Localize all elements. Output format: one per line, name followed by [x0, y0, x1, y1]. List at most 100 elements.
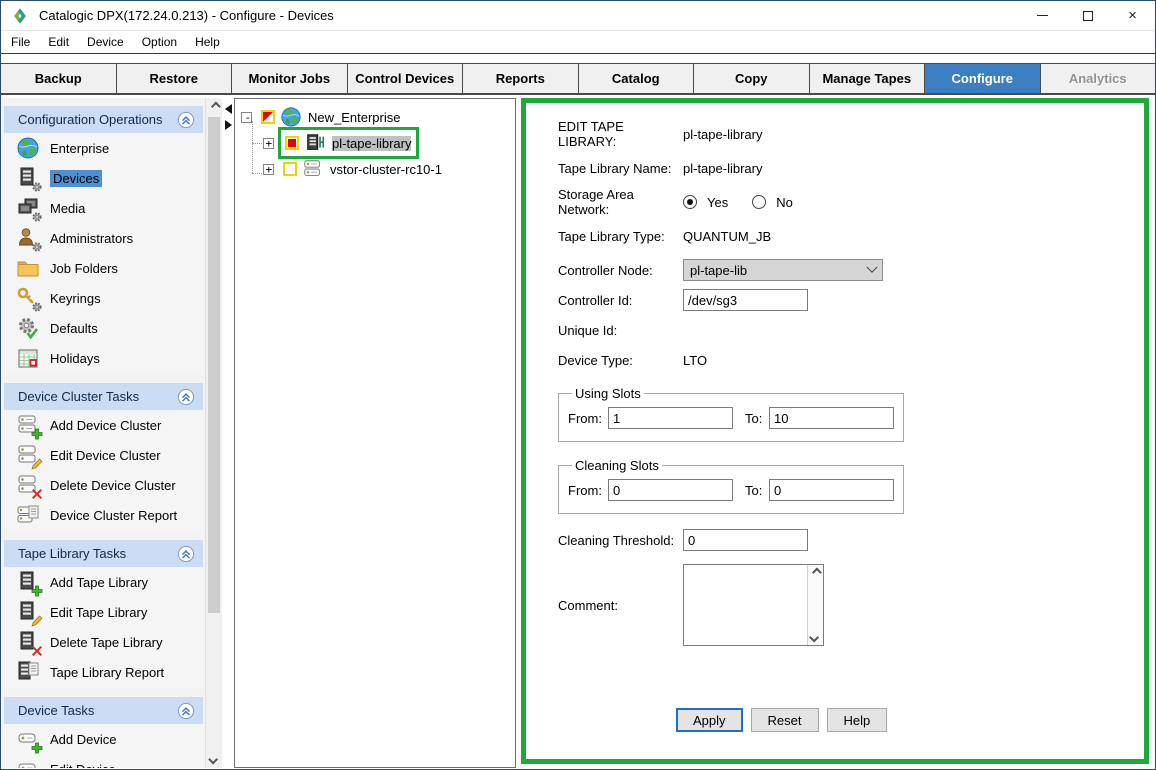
- sidebar-item-label: Device Cluster Report: [50, 508, 177, 523]
- controller-id-input[interactable]: [683, 289, 808, 311]
- collapse-section-icon[interactable]: [177, 111, 195, 129]
- scrollbar-thumb[interactable]: [208, 117, 220, 613]
- scroll-up-icon[interactable]: [206, 98, 222, 115]
- edit-tape-library-icon: [16, 600, 40, 624]
- tab-restore[interactable]: Restore: [117, 64, 233, 93]
- tab-analytics[interactable]: Analytics: [1041, 64, 1156, 93]
- apply-button[interactable]: Apply: [676, 708, 743, 732]
- section-title: Tape Library Tasks: [18, 546, 177, 561]
- minimize-button[interactable]: [1020, 1, 1065, 30]
- scroll-down-icon[interactable]: [809, 633, 819, 643]
- cleaning-slots-to-input[interactable]: [769, 479, 894, 501]
- sidebar-item-media[interactable]: Media: [4, 193, 203, 223]
- tab-configure[interactable]: Configure: [925, 64, 1041, 93]
- sidebar-item-label: Defaults: [50, 321, 98, 336]
- tab-catalog[interactable]: Catalog: [579, 64, 695, 93]
- comment-row: Comment:: [558, 564, 1144, 646]
- san-no-radio[interactable]: [752, 195, 766, 209]
- menu-option[interactable]: Option: [133, 35, 186, 49]
- plus-badge-icon: [31, 585, 43, 597]
- add-device-cluster-icon: [16, 413, 40, 437]
- expand-node-icon[interactable]: [263, 164, 274, 175]
- sidebar-item-edit-device[interactable]: Edit Device: [4, 754, 203, 768]
- menu-device[interactable]: Device: [78, 35, 133, 49]
- plus-badge-icon: [31, 742, 43, 754]
- sidebar-item-label: Holidays: [50, 351, 100, 366]
- sidebar-item-delete-tape-library[interactable]: Delete Tape Library: [4, 627, 203, 657]
- sidebar-item-edit-tape-library[interactable]: Edit Tape Library: [4, 597, 203, 627]
- media-icon: [16, 196, 40, 220]
- section-header: Configuration Operations: [4, 106, 203, 133]
- sidebar-item-tape-library-report[interactable]: Tape Library Report: [4, 657, 203, 687]
- using-slots-from-input[interactable]: [608, 407, 733, 429]
- tree-node-vstor-cluster[interactable]: vstor-cluster-rc10-1: [235, 156, 515, 182]
- sidebar-item-job-folders[interactable]: Job Folders: [4, 253, 203, 283]
- globe-icon: [16, 136, 40, 160]
- sidebar-item-label: Keyrings: [50, 291, 101, 306]
- gear-badge-icon: [31, 301, 43, 313]
- comment-scrollbar[interactable]: [807, 565, 823, 645]
- tree-checkbox-checked[interactable]: [285, 136, 299, 150]
- sidebar-scrollbar[interactable]: [205, 98, 222, 768]
- sidebar-item-delete-device-cluster[interactable]: Delete Device Cluster: [4, 470, 203, 500]
- controller-node-row: Controller Node: pl-tape-lib: [558, 260, 1144, 280]
- controller-node-dropdown[interactable]: pl-tape-lib: [683, 259, 883, 281]
- sidebar-item-add-tape-library[interactable]: Add Tape Library: [4, 567, 203, 597]
- sidebar-item-add-device[interactable]: Add Device: [4, 724, 203, 754]
- maximize-button[interactable]: [1065, 1, 1110, 30]
- tab-control-devices[interactable]: Control Devices: [348, 64, 464, 93]
- tree-checkbox-unchecked[interactable]: [283, 162, 297, 176]
- scrollbar-track[interactable]: [206, 115, 222, 751]
- collapse-node-icon[interactable]: [241, 112, 252, 123]
- expand-right-icon[interactable]: [225, 120, 232, 130]
- collapse-left-icon[interactable]: [225, 104, 232, 114]
- sidebar-item-administrators[interactable]: Administrators: [4, 223, 203, 253]
- comment-textarea[interactable]: [684, 565, 807, 645]
- collapse-section-icon[interactable]: [177, 702, 195, 720]
- sidebar-item-label: Edit Device: [50, 762, 116, 769]
- sidebar-item-holidays[interactable]: Holidays: [4, 343, 203, 373]
- sidebar-item-devices[interactable]: Devices: [4, 163, 203, 193]
- device-tree-panel: New_Enterprise pl-tape-library: [234, 98, 516, 768]
- sidebar-item-enterprise[interactable]: Enterprise: [4, 133, 203, 163]
- tab-monitor-jobs[interactable]: Monitor Jobs: [232, 64, 348, 93]
- tab-reports[interactable]: Reports: [463, 64, 579, 93]
- tree-node-label[interactable]: New_Enterprise: [308, 110, 401, 125]
- tab-copy[interactable]: Copy: [694, 64, 810, 93]
- edit-tape-library-label: EDIT TAPE LIBRARY:: [558, 119, 683, 149]
- san-yes-radio[interactable]: [683, 195, 697, 209]
- sidebar-item-keyrings[interactable]: Keyrings: [4, 283, 203, 313]
- tab-backup[interactable]: Backup: [1, 64, 117, 93]
- device-cluster-report-icon: [16, 503, 40, 527]
- reset-button[interactable]: Reset: [751, 708, 819, 732]
- cleaning-slots-from-input[interactable]: [608, 479, 733, 501]
- x-badge-icon: [31, 488, 43, 500]
- sidebar-item-device-cluster-report[interactable]: Device Cluster Report: [4, 500, 203, 530]
- collapse-section-icon[interactable]: [177, 388, 195, 406]
- sidebar-item-label: Delete Device Cluster: [50, 478, 176, 493]
- collapse-section-icon[interactable]: [177, 545, 195, 563]
- panel-splitter[interactable]: [222, 98, 234, 768]
- section-title: Configuration Operations: [18, 112, 177, 127]
- tree-node-label[interactable]: vstor-cluster-rc10-1: [330, 162, 442, 177]
- help-button[interactable]: Help: [827, 708, 888, 732]
- scroll-down-icon[interactable]: [206, 751, 222, 768]
- cleaning-threshold-input[interactable]: [683, 529, 808, 551]
- tree-checkbox-partial[interactable]: [261, 110, 275, 124]
- tree-node-label[interactable]: pl-tape-library: [332, 136, 411, 151]
- menu-help[interactable]: Help: [186, 35, 229, 49]
- menu-file[interactable]: File: [9, 35, 39, 49]
- san-no-label: No: [776, 195, 793, 210]
- tab-manage-tapes[interactable]: Manage Tapes: [810, 64, 926, 93]
- sidebar-item-edit-device-cluster[interactable]: Edit Device Cluster: [4, 440, 203, 470]
- tree-node-pl-tape-library[interactable]: pl-tape-library: [235, 130, 515, 156]
- sidebar-item-defaults[interactable]: Defaults: [4, 313, 203, 343]
- close-button[interactable]: ×: [1110, 1, 1155, 30]
- scroll-up-icon[interactable]: [812, 568, 822, 578]
- pencil-badge-icon: [31, 615, 43, 627]
- menu-edit[interactable]: Edit: [39, 35, 78, 49]
- using-slots-to-input[interactable]: [769, 407, 894, 429]
- cleaning-slots-to-label: To:: [745, 483, 769, 498]
- expand-node-icon[interactable]: [263, 138, 274, 149]
- sidebar-item-add-device-cluster[interactable]: Add Device Cluster: [4, 410, 203, 440]
